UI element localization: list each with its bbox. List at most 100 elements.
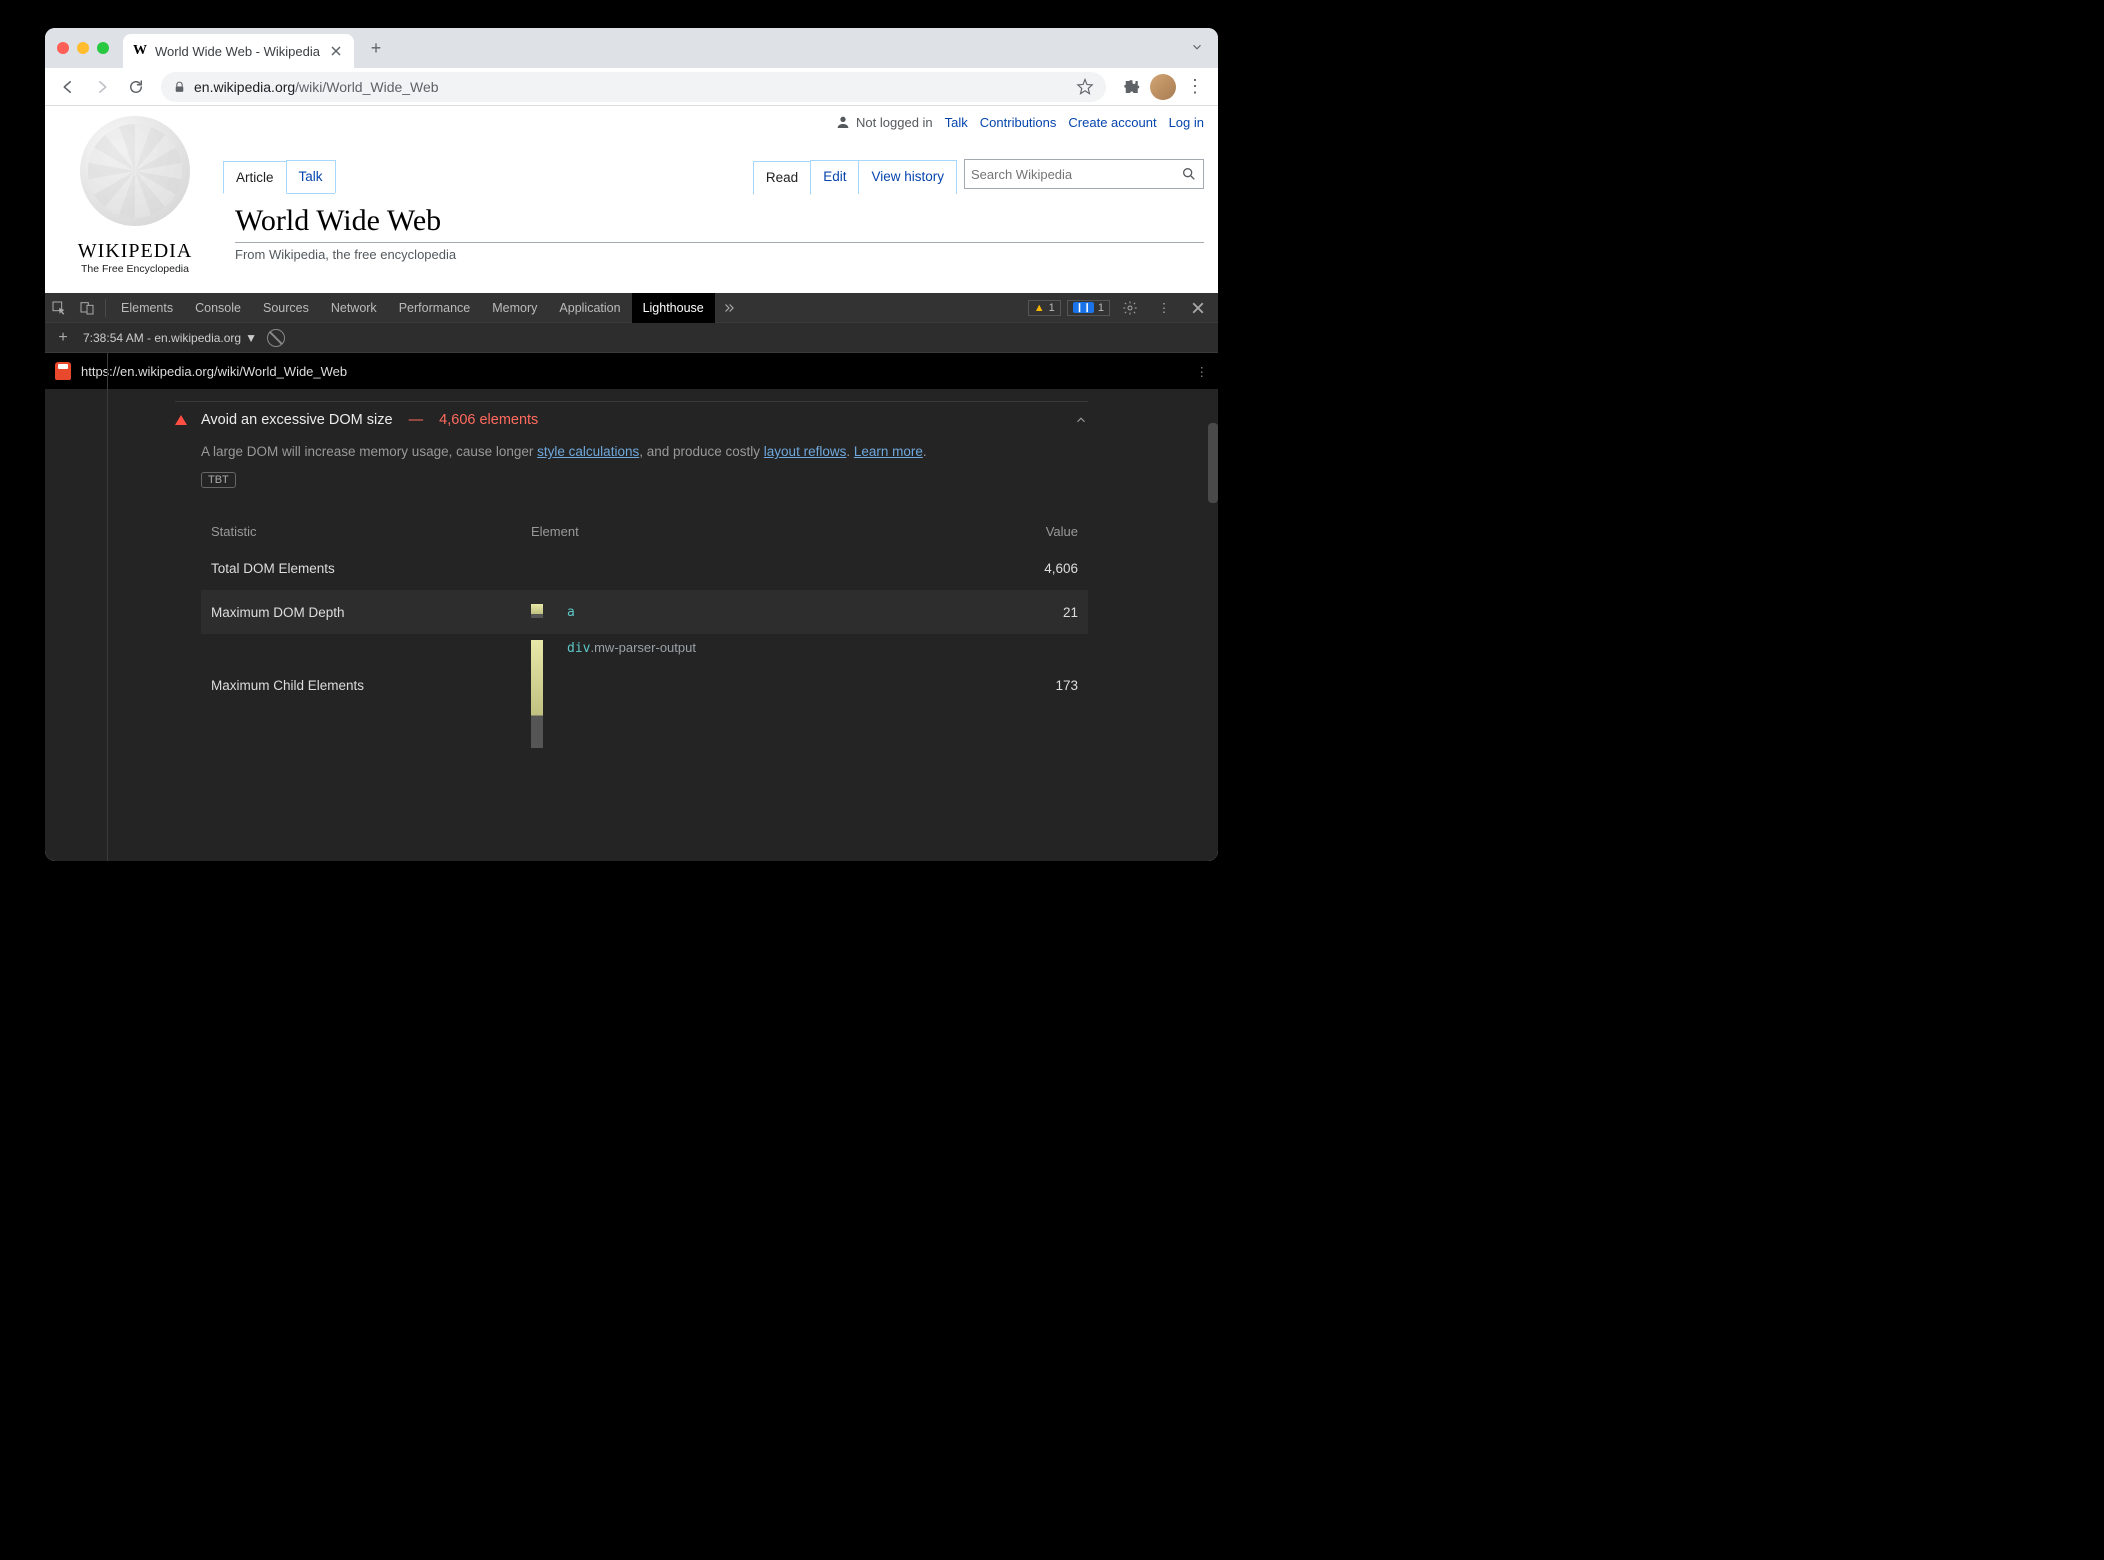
element-selector[interactable]: div.mw-parser-output: [567, 641, 696, 656]
page-content: WIKIPEDIA The Free Encyclopedia Not logg…: [45, 106, 1218, 293]
bookmark-star-icon[interactable]: [1076, 78, 1094, 96]
devtools-tab-sources[interactable]: Sources: [252, 293, 320, 323]
audit-title: Avoid an excessive DOM size: [201, 412, 393, 428]
table-row: Total DOM Elements 4,606: [201, 547, 1088, 590]
link-log-in[interactable]: Log in: [1169, 115, 1204, 130]
tabs-dropdown-icon[interactable]: [1190, 40, 1204, 54]
link-create-account[interactable]: Create account: [1068, 115, 1156, 130]
scrollbar-thumb[interactable]: [1208, 423, 1218, 503]
fade-overlay: [45, 275, 1218, 293]
search-input[interactable]: [971, 167, 1181, 182]
lighthouse-url-bar: https://en.wikipedia.org/wiki/World_Wide…: [45, 353, 1218, 389]
warnings-badge[interactable]: ▲1: [1028, 300, 1061, 316]
wikipedia-logo[interactable]: [70, 116, 200, 236]
tab-article[interactable]: Article: [223, 161, 287, 194]
search-icon[interactable]: [1181, 166, 1197, 182]
audit-table: Statistic Element Value Total DOM Elemen…: [201, 516, 1088, 762]
tab-read[interactable]: Read: [753, 161, 811, 195]
tab-title: World Wide Web - Wikipedia: [155, 44, 320, 59]
tab-talk[interactable]: Talk: [286, 160, 336, 193]
audit-description: A large DOM will increase memory usage, …: [201, 442, 1088, 462]
cell-statistic: Total DOM Elements: [211, 561, 531, 576]
col-header-value: Value: [978, 524, 1078, 539]
browser-menu-button[interactable]: ⋮: [1180, 72, 1210, 102]
table-row: Maximum Child Elements div.mw-parser-out…: [201, 634, 1088, 762]
reload-button[interactable]: [121, 72, 151, 102]
user-icon: [835, 114, 851, 130]
cell-value: 21: [978, 605, 1078, 620]
devtools-tab-console[interactable]: Console: [184, 293, 252, 323]
cell-value: 173: [978, 634, 1078, 693]
cell-value: 4,606: [978, 561, 1078, 576]
new-tab-button[interactable]: +: [362, 34, 390, 62]
devtools-more-tabs-icon[interactable]: [715, 294, 743, 322]
lighthouse-toolbar: + 7:38:54 AM - en.wikipedia.org ▼: [45, 323, 1218, 353]
not-logged-in-label: Not logged in: [835, 114, 933, 130]
window-close-button[interactable]: [57, 42, 69, 54]
search-box[interactable]: [964, 159, 1204, 189]
wikipedia-wordmark: WIKIPEDIA: [55, 240, 215, 263]
element-thumbnail: [531, 604, 543, 618]
audit-metric: 4,606 elements: [439, 412, 538, 428]
browser-tab[interactable]: W World Wide Web - Wikipedia: [123, 34, 354, 68]
devtools-tab-bar: Elements Console Sources Network Perform…: [45, 293, 1218, 323]
address-bar[interactable]: en.wikipedia.org/wiki/World_Wide_Web: [161, 72, 1106, 102]
article-area: World Wide Web From Wikipedia, the free …: [235, 204, 1204, 262]
inspect-element-icon[interactable]: [45, 294, 73, 322]
devtools-menu-icon[interactable]: ⋮: [1150, 294, 1178, 322]
window-minimize-button[interactable]: [77, 42, 89, 54]
issues-icon: ❙❙: [1073, 302, 1094, 313]
audit-fail-icon: [175, 415, 187, 425]
extensions-button[interactable]: [1116, 72, 1146, 102]
devtools-tab-lighthouse[interactable]: Lighthouse: [632, 293, 715, 323]
table-header: Statistic Element Value: [201, 516, 1088, 547]
audit-header[interactable]: Avoid an excessive DOM size — 4,606 elem…: [175, 401, 1088, 438]
cell-element: a: [531, 604, 978, 620]
window-zoom-button[interactable]: [97, 42, 109, 54]
devtools-tab-elements[interactable]: Elements: [110, 293, 184, 323]
favicon: W: [133, 43, 147, 59]
lighthouse-more-icon[interactable]: ⋮: [1196, 364, 1209, 379]
cell-statistic: Maximum Child Elements: [211, 634, 531, 693]
issues-badge[interactable]: ❙❙1: [1067, 300, 1110, 316]
url-text: en.wikipedia.org/wiki/World_Wide_Web: [194, 79, 1068, 95]
browser-toolbar: en.wikipedia.org/wiki/World_Wide_Web ⋮: [45, 68, 1218, 106]
tab-close-button[interactable]: [328, 43, 344, 59]
article-subtitle: From Wikipedia, the free encyclopedia: [235, 247, 1204, 262]
wikipedia-tagline: The Free Encyclopedia: [55, 263, 215, 275]
devtools-panel: Elements Console Sources Network Perform…: [45, 293, 1218, 861]
col-header-statistic: Statistic: [211, 524, 531, 539]
link-learn-more[interactable]: Learn more: [854, 444, 923, 459]
devtools-close-icon[interactable]: [1184, 294, 1212, 322]
tab-edit[interactable]: Edit: [810, 160, 859, 194]
link-layout-reflows[interactable]: layout reflows: [764, 444, 847, 459]
back-button[interactable]: [53, 72, 83, 102]
dropdown-caret-icon: ▼: [245, 331, 257, 345]
report-session-dropdown[interactable]: 7:38:54 AM - en.wikipedia.org ▼: [83, 331, 257, 345]
link-style-calculations[interactable]: style calculations: [537, 444, 639, 459]
traffic-lights: [57, 42, 109, 54]
device-toolbar-icon[interactable]: [73, 294, 101, 322]
devtools-tab-memory[interactable]: Memory: [481, 293, 548, 323]
profile-avatar[interactable]: [1150, 74, 1176, 100]
element-thumbnail: [531, 640, 543, 748]
element-selector[interactable]: a: [567, 605, 575, 620]
col-header-element: Element: [531, 524, 978, 539]
forward-button[interactable]: [87, 72, 117, 102]
devtools-tab-performance[interactable]: Performance: [388, 293, 482, 323]
personal-tools: Not logged in Talk Contributions Create …: [835, 114, 1204, 130]
namespace-tabs: Article Talk: [223, 160, 335, 194]
audit-dash: —: [401, 412, 432, 428]
clear-report-icon[interactable]: [267, 329, 285, 347]
browser-window: W World Wide Web - Wikipedia + en.wikipe…: [45, 28, 1218, 861]
devtools-settings-icon[interactable]: [1116, 294, 1144, 322]
action-tabs: Read Edit View history: [753, 160, 956, 194]
link-contributions[interactable]: Contributions: [980, 115, 1057, 130]
new-report-button[interactable]: +: [53, 329, 73, 347]
devtools-tab-application[interactable]: Application: [548, 293, 631, 323]
audit-collapse-icon[interactable]: [1074, 413, 1088, 427]
table-row: Maximum DOM Depth a 21: [201, 590, 1088, 634]
devtools-tab-network[interactable]: Network: [320, 293, 388, 323]
link-talk[interactable]: Talk: [945, 115, 968, 130]
tab-view-history[interactable]: View history: [858, 160, 957, 194]
